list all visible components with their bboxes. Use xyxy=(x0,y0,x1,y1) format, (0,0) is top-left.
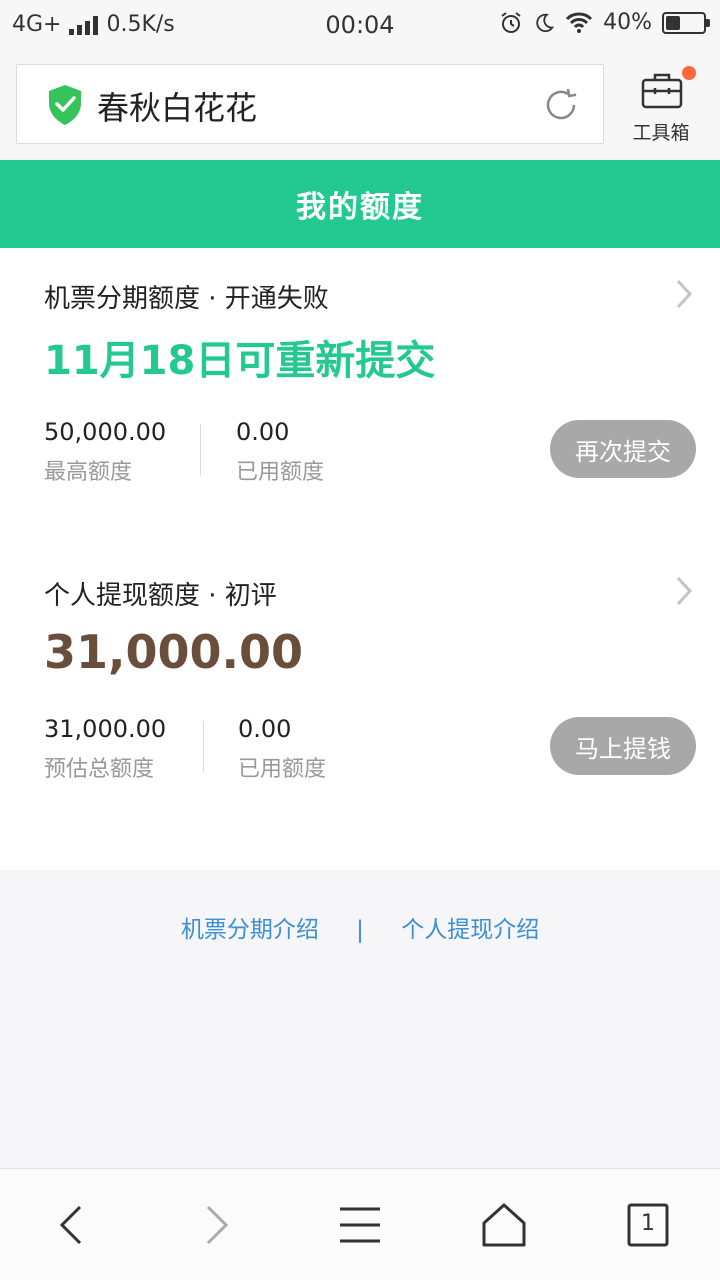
page-title: 我的额度 xyxy=(296,190,424,225)
flight-installment-intro-link[interactable]: 机票分期介绍 xyxy=(181,917,319,943)
forward-icon[interactable] xyxy=(190,1199,242,1251)
notification-dot xyxy=(682,66,696,80)
personal-withdraw-intro-link[interactable]: 个人提现介绍 xyxy=(401,917,539,943)
card-title: 个人提现额度 · 初评 xyxy=(44,581,277,611)
toolbox-button[interactable]: 工具箱 xyxy=(618,62,704,152)
toolbox-label: 工具箱 xyxy=(632,122,690,144)
max-quota: 50,000.00 最高额度 xyxy=(44,418,166,486)
home-icon[interactable] xyxy=(478,1199,530,1251)
chevron-right-icon[interactable] xyxy=(674,575,694,607)
max-quota-value: 50,000.00 xyxy=(44,418,167,446)
screen: 4G+ 0.5K/s 00:04 40% 春秋白花花 工具箱 我的额度 机票分期… xyxy=(0,0,720,1280)
withdraw-amount: 31,000.00 xyxy=(44,625,303,679)
metric-divider xyxy=(200,424,201,476)
used-quota: 0.00 已用额度 xyxy=(238,715,326,783)
used-quota-label: 已用额度 xyxy=(236,460,325,485)
estimated-quota: 31,000.00 预估总额度 xyxy=(44,715,166,783)
footer-links: 机票分期介绍 | 个人提现介绍 xyxy=(0,910,720,944)
chevron-right-icon[interactable] xyxy=(674,278,694,310)
page-header: 我的额度 xyxy=(0,160,720,248)
metric-divider xyxy=(203,721,204,773)
moon-icon xyxy=(536,13,555,32)
estimated-quota-value: 31,000.00 xyxy=(44,715,167,743)
toolbox-icon xyxy=(641,73,683,109)
used-quota: 0.00 已用额度 xyxy=(236,418,324,486)
site-title: 春秋白花花 xyxy=(97,89,258,127)
flight-installment-card[interactable]: 机票分期额度 · 开通失败 11月18日可重新提交 50,000.00 最高额度… xyxy=(0,248,720,538)
footer-separator: | xyxy=(356,917,364,943)
tabs-count: 1 xyxy=(641,1211,655,1236)
used-quota-value: 0.00 xyxy=(238,715,292,743)
refresh-icon[interactable] xyxy=(541,85,581,125)
card-title: 机票分期额度 · 开通失败 xyxy=(44,284,329,314)
top-bar: 春秋白花花 工具箱 xyxy=(0,50,720,160)
footer-area: 机票分期介绍 | 个人提现介绍 xyxy=(0,870,720,1168)
tabs-button[interactable]: 1 xyxy=(622,1199,674,1251)
back-icon[interactable] xyxy=(46,1199,98,1251)
used-quota-value: 0.00 xyxy=(236,418,290,446)
status-right: 40% xyxy=(499,10,710,35)
battery-fill xyxy=(666,15,680,30)
max-quota-label: 最高额度 xyxy=(44,460,133,485)
bottom-nav: 1 xyxy=(0,1168,720,1280)
used-quota-label: 已用额度 xyxy=(238,757,327,782)
wifi-icon xyxy=(566,12,593,33)
shield-check-icon xyxy=(49,85,81,125)
status-bar: 4G+ 0.5K/s 00:04 40% xyxy=(0,0,720,50)
personal-withdraw-card[interactable]: 个人提现额度 · 初评 31,000.00 31,000.00 预估总额度 0.… xyxy=(0,545,720,865)
menu-icon[interactable] xyxy=(334,1199,386,1251)
resubmit-button[interactable]: 再次提交 xyxy=(550,420,696,478)
resubmit-date: 11月18日可重新提交 xyxy=(44,338,436,384)
alarm-icon xyxy=(501,11,521,33)
battery-percent: 40% xyxy=(603,10,652,35)
battery-icon xyxy=(662,11,710,34)
estimated-quota-label: 预估总额度 xyxy=(44,757,155,782)
withdraw-now-button[interactable]: 马上提钱 xyxy=(550,717,696,775)
address-bar[interactable]: 春秋白花花 xyxy=(16,64,604,144)
